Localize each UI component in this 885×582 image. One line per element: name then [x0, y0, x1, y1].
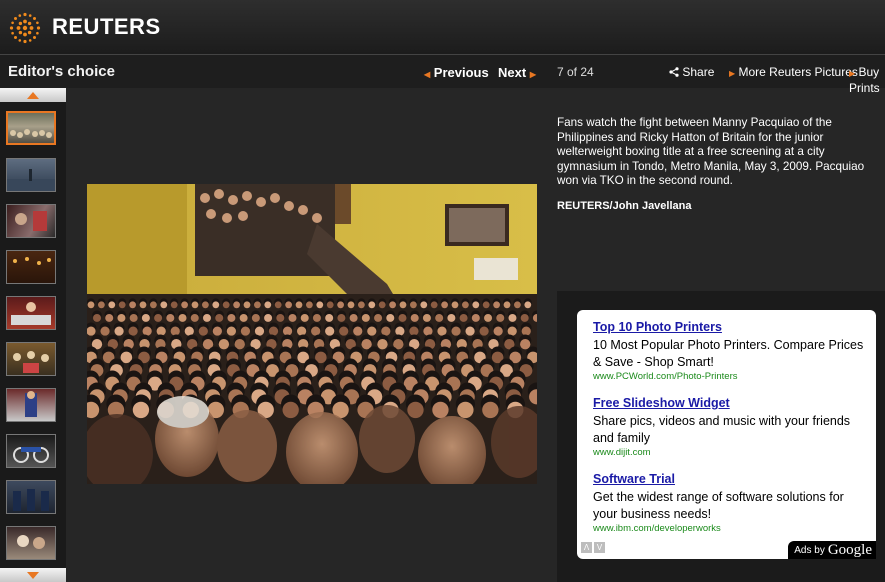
portrait-thumbnail-icon — [15, 211, 47, 231]
thumbnail-8[interactable] — [6, 434, 56, 468]
protest-thumbnail-icon — [11, 302, 51, 325]
crowd-photo-image — [87, 184, 537, 484]
brand-name[interactable]: REUTERS — [52, 14, 161, 40]
ad-item[interactable]: Software Trial Get the widest range of s… — [593, 472, 868, 534]
thumbnail-1[interactable] — [6, 111, 56, 145]
share-button[interactable]: Share — [669, 65, 714, 79]
scroll-up-button[interactable] — [0, 88, 66, 102]
previous-label: Previous — [433, 65, 489, 80]
ads-by-label: Ads by — [794, 544, 825, 556]
ad-url[interactable]: www.PCWorld.com/Photo-Printers — [593, 371, 868, 382]
ad-nav: Λ V — [581, 542, 605, 553]
landscape-thumbnail-icon — [7, 169, 55, 191]
thumbnail-9[interactable] — [6, 480, 56, 514]
arrow-down-icon — [27, 571, 39, 579]
ad-description: Share pics, videos and music with your f… — [593, 414, 851, 445]
ad-url[interactable]: www.dijit.com — [593, 447, 868, 458]
sports-thumbnail-icon — [25, 391, 37, 417]
gallery-toolbar: Editor's choice ◀ Previous Next ▶ 7 of 2… — [0, 55, 885, 95]
photo-counter: 7 of 24 — [557, 65, 594, 79]
thumbnail-2[interactable] — [6, 158, 56, 192]
thumbnail-4[interactable] — [6, 250, 56, 284]
next-button[interactable]: Next ▶ — [498, 65, 536, 80]
ad-title[interactable]: Free Slideshow Widget — [593, 396, 868, 410]
ad-prev-button[interactable]: Λ — [581, 542, 592, 553]
ad-url[interactable]: www.ibm.com/developerworks — [593, 523, 868, 534]
buy-prints-link[interactable]: ▶ Buy Prints — [849, 65, 885, 95]
thumbnail-3[interactable] — [6, 204, 56, 238]
thumbnail-strip — [0, 88, 66, 582]
more-reuters-pictures-link[interactable]: ▶ More Reuters Pictures — [729, 65, 858, 79]
thumbnail-5[interactable] — [6, 296, 56, 330]
people-thumbnail-icon — [17, 535, 45, 549]
police-thumbnail-icon — [13, 489, 49, 511]
thumbnail-6[interactable] — [6, 342, 56, 376]
arrow-left-icon: ◀ — [424, 70, 431, 79]
ad-item[interactable]: Free Slideshow Widget Share pics, videos… — [593, 396, 868, 458]
arrow-right-icon: ▶ — [529, 70, 536, 79]
crowd-thumbnail-icon — [10, 129, 52, 138]
main-photo[interactable] — [87, 184, 537, 484]
ad-title[interactable]: Top 10 Photo Printers — [593, 320, 868, 334]
scroll-down-button[interactable] — [0, 568, 66, 582]
thumbnail-10[interactable] — [6, 526, 56, 560]
next-label: Next — [498, 65, 527, 80]
share-label: Share — [682, 65, 715, 79]
photo-credit: REUTERS/John Javellana — [557, 200, 692, 212]
ad-next-button[interactable]: V — [594, 542, 605, 553]
site-header: REUTERS — [0, 0, 885, 55]
more-label: More Reuters Pictures — [738, 65, 858, 79]
motorbike-thumbnail-icon — [13, 447, 49, 463]
google-ads-box: Top 10 Photo Printers 10 Most Popular Ph… — [577, 310, 876, 559]
ad-item[interactable]: Top 10 Photo Printers 10 Most Popular Ph… — [593, 320, 868, 382]
arrow-right-icon: ▶ — [729, 69, 736, 78]
google-label: Google — [827, 541, 872, 558]
ad-description: 10 Most Popular Photo Printers. Compare … — [593, 338, 864, 369]
ad-title[interactable]: Software Trial — [593, 472, 868, 486]
arrow-right-icon: ▶ — [849, 69, 856, 78]
ads-by-google-badge[interactable]: Ads by Google — [788, 541, 876, 559]
arrow-up-icon — [27, 91, 39, 99]
previous-button[interactable]: ◀ Previous — [424, 65, 489, 80]
ad-description: Get the widest range of software solutio… — [593, 490, 844, 521]
gallery-title: Editor's choice — [8, 63, 115, 80]
ad-panel: Top 10 Photo Printers 10 Most Popular Ph… — [557, 291, 885, 582]
share-icon — [669, 67, 679, 77]
thumbnail-7[interactable] — [6, 388, 56, 422]
lights-thumbnail-icon — [13, 257, 51, 265]
group-thumbnail-icon — [13, 351, 49, 373]
photo-caption: Fans watch the fight between Manny Pacqu… — [557, 116, 865, 187]
reuters-logo-icon[interactable] — [7, 10, 43, 46]
